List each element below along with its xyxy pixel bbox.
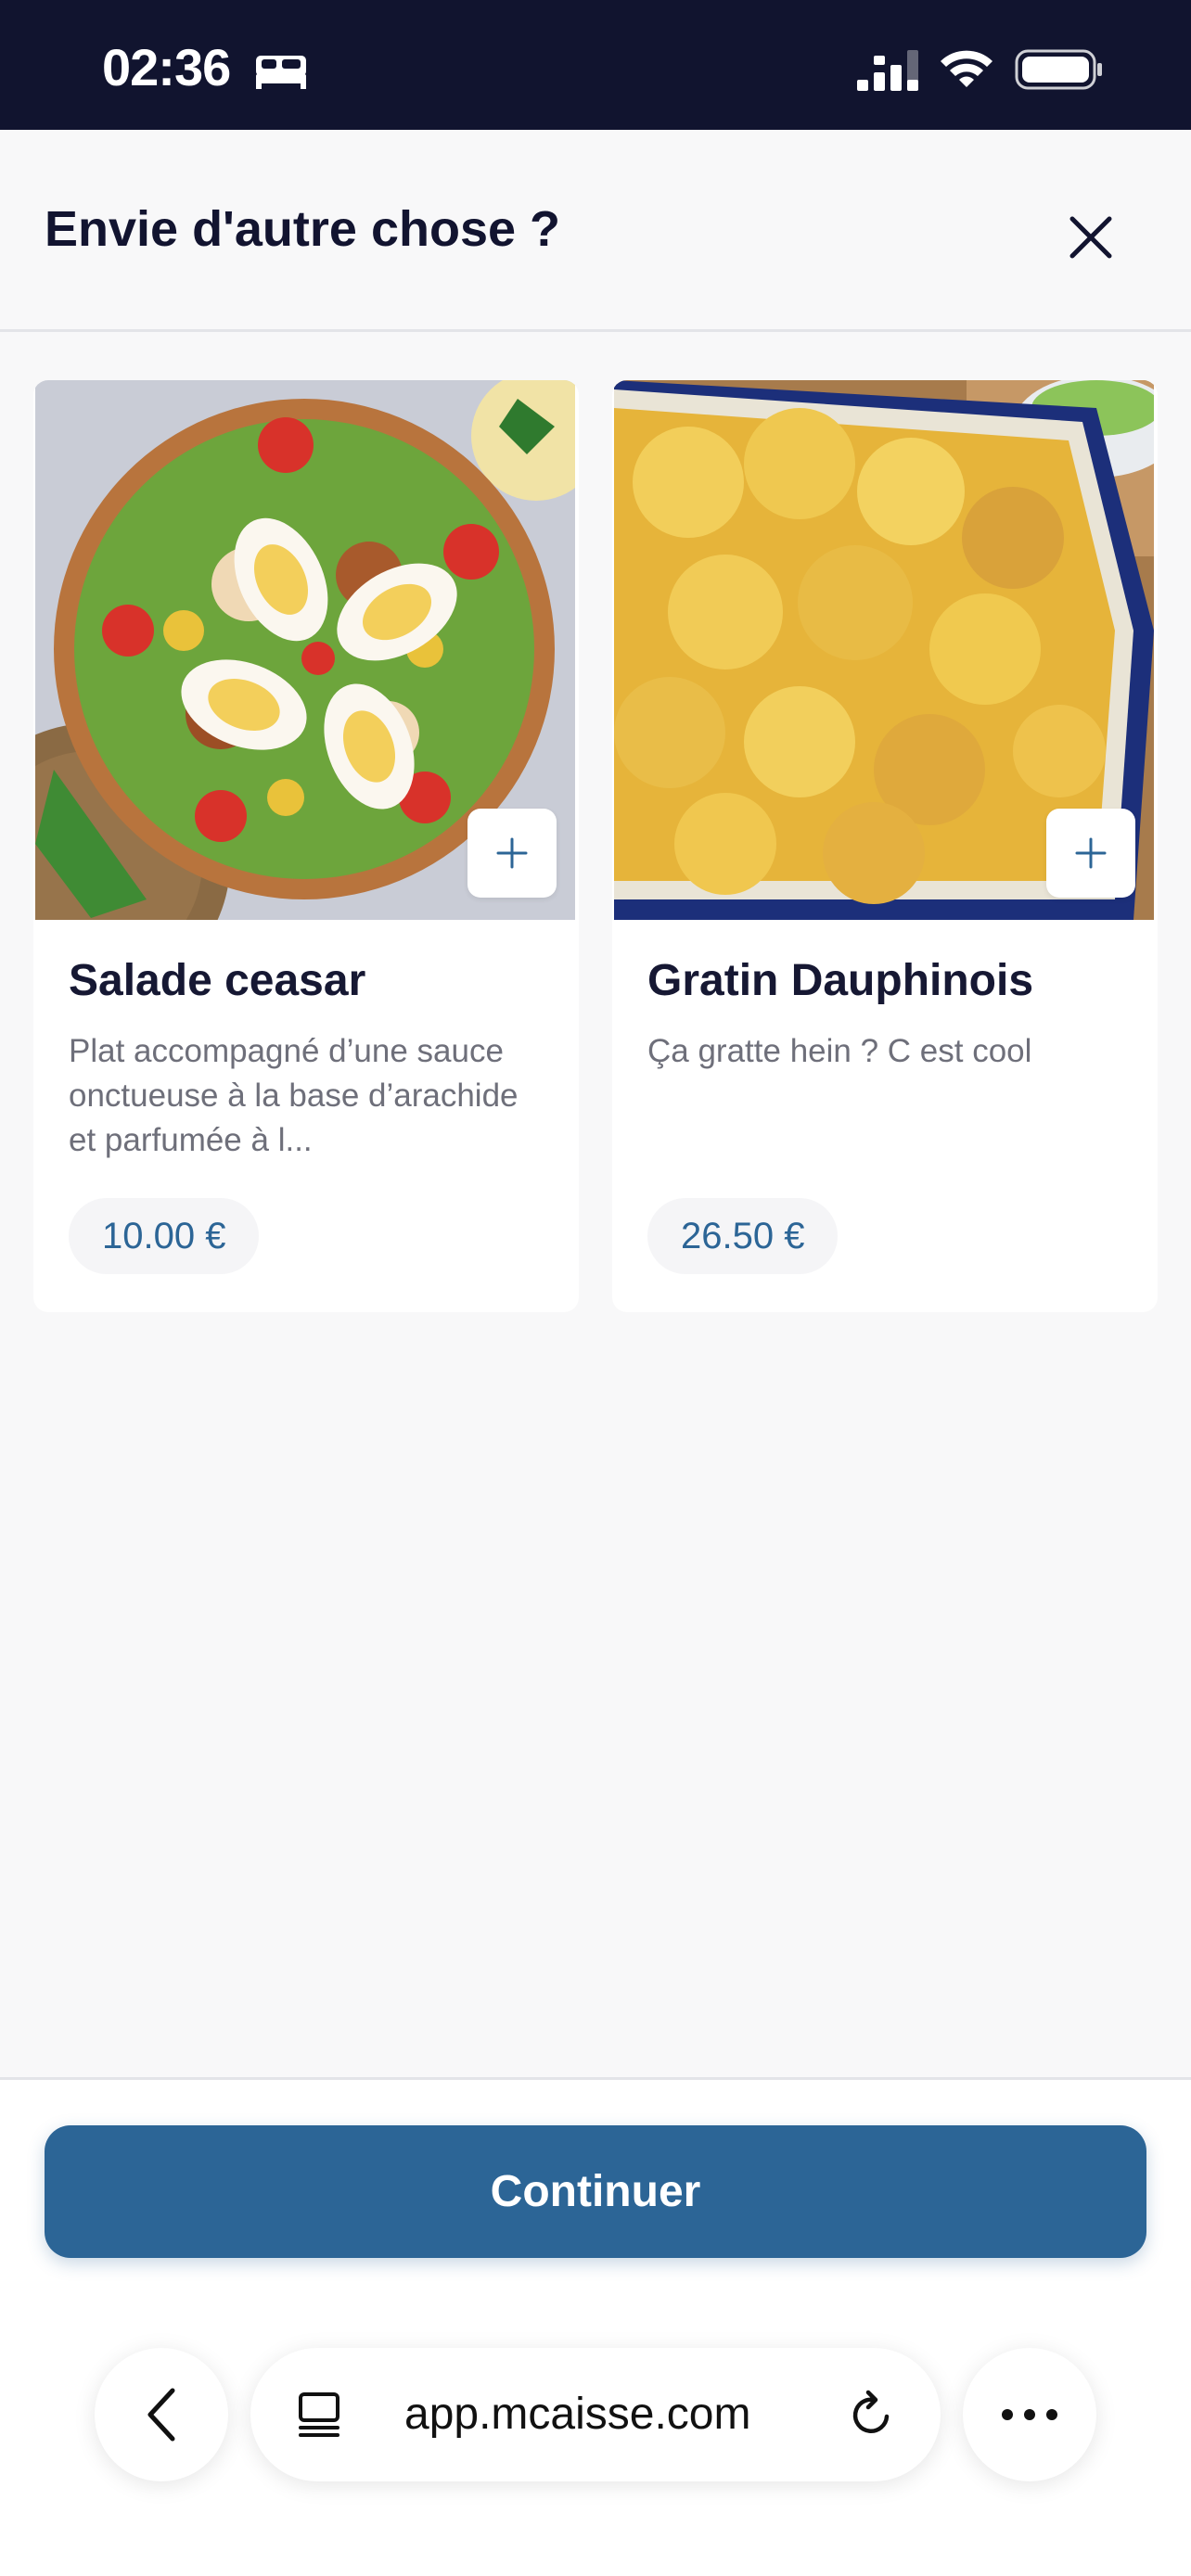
add-to-cart-button[interactable] [467, 809, 557, 898]
plus-icon [496, 837, 528, 869]
price-badge: 26.50 € [647, 1198, 839, 1274]
wifi-icon [941, 50, 992, 87]
product-description: Plat accompagné d’une sauce onctueuse à … [69, 1033, 519, 1158]
more-icon [1002, 2409, 1057, 2420]
product-card[interactable]: Gratin Dauphinois Ça gratte hein ? C est… [612, 380, 1158, 1312]
address-bar[interactable]: app.mcaisse.com [250, 2348, 941, 2481]
tab-icon [299, 2392, 339, 2437]
url-text: app.mcaisse.com [404, 2390, 751, 2439]
status-time: 02:36 [102, 38, 231, 96]
browser-more-button[interactable] [963, 2348, 1096, 2481]
price-badge: 10.00 € [69, 1198, 260, 1274]
reload-icon[interactable] [846, 2389, 898, 2441]
continue-button[interactable]: Continuer [45, 2125, 1146, 2258]
back-icon [147, 2388, 175, 2442]
battery-icon [1015, 49, 1102, 90]
product-description: Ça gratte hein ? C est cool [647, 1033, 1032, 1069]
modal-title: Envie d'autre chose ? [45, 201, 561, 257]
product-name: Salade ceasar [69, 956, 366, 1005]
close-icon [1069, 216, 1112, 259]
modal-header: Envie d'autre chose ? [0, 130, 1191, 332]
close-button[interactable] [1057, 204, 1124, 271]
status-bar: 02:36 [0, 0, 1191, 130]
signal-icon [857, 50, 918, 91]
product-name: Gratin Dauphinois [647, 956, 1034, 1005]
browser-back-button[interactable] [95, 2348, 228, 2481]
product-card[interactable]: Salade ceasar Plat accompagné d’une sauc… [33, 380, 579, 1312]
bed-icon [256, 56, 306, 89]
plus-icon [1075, 837, 1107, 869]
add-to-cart-button[interactable] [1046, 809, 1135, 898]
